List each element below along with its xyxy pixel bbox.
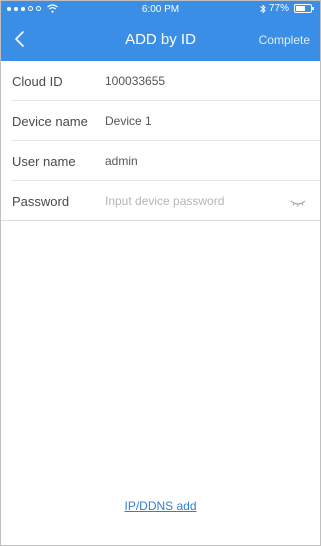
user-name-label: User name: [12, 153, 76, 169]
complete-button[interactable]: Complete: [259, 33, 310, 47]
password-row[interactable]: Password Input device password: [1, 181, 320, 221]
nav-bar: ADD by ID Complete: [1, 19, 320, 61]
bluetooth-icon: [260, 3, 266, 14]
user-name-row[interactable]: User name admin: [1, 141, 320, 181]
toggle-password-visibility[interactable]: [290, 195, 306, 207]
device-name-field[interactable]: Device 1: [105, 114, 152, 128]
battery-icon: [294, 4, 314, 13]
cloud-id-row[interactable]: Cloud ID 100033655: [1, 61, 320, 101]
battery-cap: [312, 7, 314, 10]
cloud-id-field[interactable]: 100033655: [105, 74, 165, 88]
add-device-form: Cloud ID 100033655 Device name Device 1 …: [1, 61, 320, 221]
user-name-field[interactable]: admin: [105, 154, 138, 168]
status-bar: 6:00 PM 77%: [1, 1, 320, 19]
app-screen: 6:00 PM 77% ADD by ID Complete Cloud ID …: [0, 0, 321, 546]
battery-percent: 77%: [268, 3, 289, 14]
divider: [1, 220, 320, 221]
device-name-label: Device name: [12, 113, 88, 129]
password-field[interactable]: Input device password: [105, 194, 224, 208]
eye-closed-icon: [290, 200, 306, 207]
cloud-id-label: Cloud ID: [12, 73, 63, 89]
status-right: 77%: [260, 3, 314, 14]
device-name-row[interactable]: Device name Device 1: [1, 101, 320, 141]
ip-ddns-add-link[interactable]: IP/DDNS add: [1, 499, 320, 513]
password-label: Password: [12, 193, 70, 209]
battery-fill: [296, 6, 306, 11]
